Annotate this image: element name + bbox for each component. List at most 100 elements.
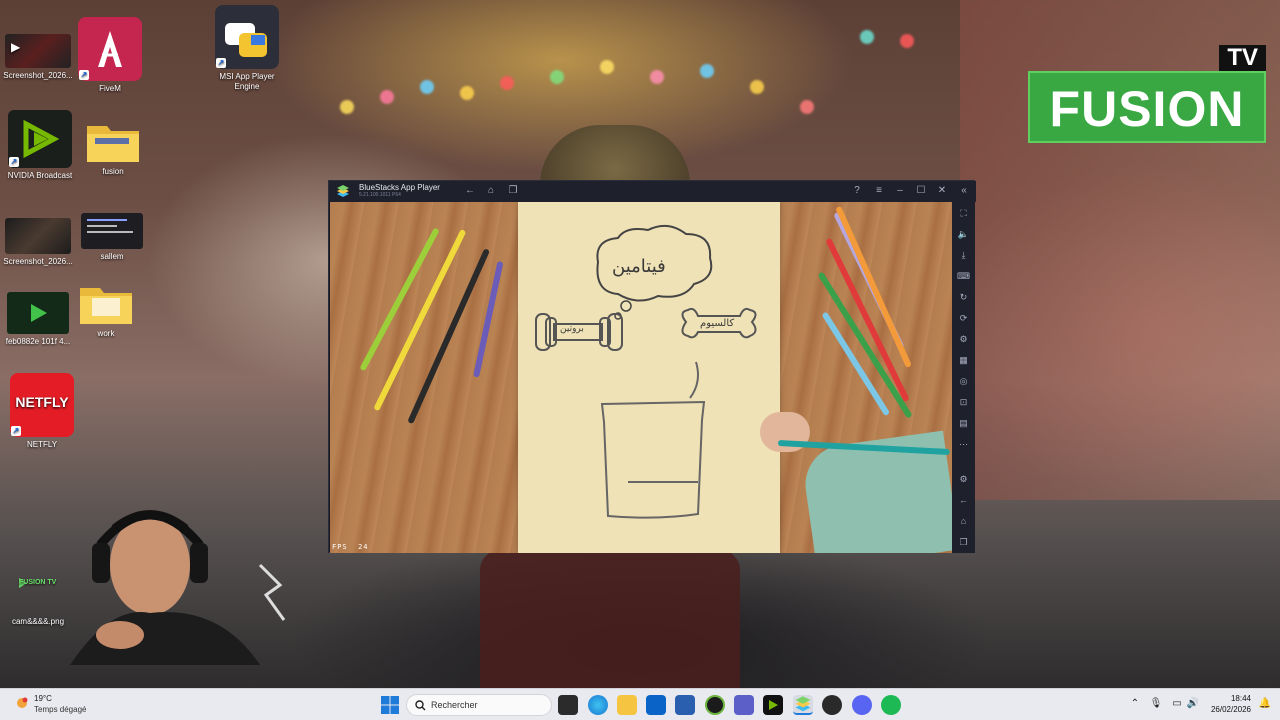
back-nav-icon[interactable]: ← <box>956 493 971 508</box>
task-view-icon[interactable] <box>558 695 578 715</box>
recent-nav-icon[interactable]: ❐ <box>956 535 971 550</box>
bluestacks-sidebar: ⛶ 🔈 ⤓ ⌨ ↻ ⟳ ⚙ ▦ ◎ ⊡ ▤ ⋯ ⚙ ← ⌂ ❐ <box>952 202 975 553</box>
desktop-icon-feb0882e[interactable]: feb0882e 101f 4... <box>0 292 76 347</box>
bone-word: كالسيوم <box>700 318 735 329</box>
microphone-icon[interactable]: 🎙 <box>1149 697 1163 711</box>
webcam-overlay <box>70 485 300 665</box>
desktop-icon-nvidia-broadcast[interactable]: ↗ NVIDIA Broadcast <box>2 110 78 181</box>
notification-bell-icon[interactable]: 🔔 <box>1258 697 1272 711</box>
desktop-icon-label: MSI App Player Engine <box>219 72 275 91</box>
desktop-icon-netfly[interactable]: NETFLY ↗ NETFLY <box>4 373 80 450</box>
weather-condition[interactable]: Temps dégagé <box>34 705 86 714</box>
shortcut-arrow-icon: ↗ <box>11 426 21 436</box>
spotify-icon[interactable] <box>881 695 901 715</box>
desktop-icon-label: feb0882e 101f 4... <box>5 337 71 346</box>
network-icon[interactable]: ▭ <box>1170 697 1184 711</box>
file-explorer-icon[interactable] <box>617 695 637 715</box>
weather-widget-icon[interactable] <box>14 695 30 711</box>
folder-icon <box>85 118 141 164</box>
record-icon[interactable]: ⊡ <box>956 395 971 410</box>
help-icon[interactable]: ? <box>850 184 864 198</box>
fullscreen-icon[interactable]: ⛶ <box>956 206 971 221</box>
fusion-tv-logo: TV FUSION <box>1028 45 1266 143</box>
desktop-icon-screenshot-2[interactable]: Screenshot_2026... <box>0 218 76 267</box>
fps-value: 24 <box>358 543 369 551</box>
calculator-icon[interactable] <box>675 695 695 715</box>
thought-cloud-word: فيتامين <box>612 256 666 277</box>
shortcut-arrow-icon: ↗ <box>216 58 226 68</box>
netfly-logo-text: NETFLY <box>15 394 69 410</box>
desktop-icon-screenshot-1[interactable]: ▶ Screenshot_2026... <box>0 34 76 81</box>
minimize-icon[interactable]: – <box>893 184 907 198</box>
close-icon[interactable]: ✕ <box>935 184 949 198</box>
image-thumbnail-icon <box>7 292 69 334</box>
more-icon[interactable]: ⋯ <box>956 437 971 452</box>
recent-apps-icon[interactable]: ❐ <box>506 184 520 198</box>
emulator-screen[interactable]: فيتامين بروتين كالسيوم FPS 24 <box>330 202 952 553</box>
shake-icon[interactable]: ⚙ <box>956 332 971 347</box>
weather-temperature[interactable]: 19°C <box>34 694 52 703</box>
image-thumbnail-icon: ▶ <box>5 34 71 68</box>
import-apk-icon[interactable]: ⤓ <box>956 248 971 263</box>
desktop-icon-fusion-folder[interactable]: fusion <box>75 118 151 177</box>
window-titlebar[interactable]: BlueStacks App Player 5.21.100.1011 P64 … <box>329 181 976 202</box>
desktop-icon-label: cam&&&&.png <box>11 617 65 626</box>
desktop-icon-label: sallem <box>100 252 124 261</box>
teams-icon[interactable] <box>734 695 754 715</box>
desktop-icon-label: Screenshot_2026... <box>3 71 73 80</box>
discord-icon[interactable] <box>852 695 872 715</box>
bluestacks-taskbar-icon[interactable] <box>793 695 813 715</box>
msi-app-player-icon: ↗ <box>215 5 279 69</box>
keyboard-icon[interactable]: ⌨ <box>956 269 971 284</box>
netfly-icon: NETFLY ↗ <box>10 373 74 437</box>
obs-studio-icon[interactable] <box>822 695 842 715</box>
fps-counter: FPS 24 <box>332 543 369 551</box>
desktop-icon-label: fusion <box>102 167 124 176</box>
screenshot-icon[interactable]: ◎ <box>956 374 971 389</box>
home-icon[interactable]: ⌂ <box>484 184 498 198</box>
desktop-icon-label: NETFLY <box>26 440 58 449</box>
window-title: BlueStacks App Player <box>359 183 440 192</box>
image-thumbnail-icon: FUSION TV <box>3 574 73 614</box>
desktop-icon-cam-png[interactable]: FUSION TV cam&&&&.png <box>0 574 76 627</box>
edge-browser-icon[interactable] <box>588 695 608 715</box>
media-folder-icon[interactable]: ▤ <box>956 416 971 431</box>
clock-time[interactable]: 18:44 <box>1225 694 1251 703</box>
start-button[interactable] <box>380 695 400 715</box>
xbox-app-icon[interactable] <box>705 695 725 715</box>
collapse-sidebar-icon[interactable]: « <box>957 184 971 198</box>
dumbbell-word: بروتين <box>560 324 584 334</box>
desktop-icon-fivem[interactable]: ↗ FiveM <box>72 17 148 94</box>
bluestacks-window[interactable]: BlueStacks App Player 5.21.100.1011 P64 … <box>328 180 976 553</box>
settings-icon[interactable]: ⚙ <box>956 472 971 487</box>
volume-icon[interactable]: 🔈 <box>956 227 971 242</box>
windows-icon <box>381 696 399 714</box>
clock-date[interactable]: 26/02/2026 <box>1207 705 1251 714</box>
show-hidden-icons-chevron-icon[interactable]: ⌃ <box>1128 697 1142 711</box>
back-icon[interactable]: ← <box>463 184 477 198</box>
home-nav-icon[interactable]: ⌂ <box>956 514 971 529</box>
desktop-icon-work-folder[interactable]: work <box>68 280 144 339</box>
window-version: 5.21.100.1011 P64 <box>359 192 401 198</box>
menu-icon[interactable]: ≡ <box>872 184 886 198</box>
desktop-icon-sallem[interactable]: sallem <box>74 213 150 262</box>
nvidia-broadcast-taskbar-icon[interactable] <box>763 695 783 715</box>
outlook-icon[interactable] <box>646 695 666 715</box>
cam-thumbnail-text: FUSION TV <box>19 579 57 586</box>
taskbar-search-box[interactable]: Rechercher <box>406 694 552 716</box>
rotate-icon[interactable]: ⟳ <box>956 311 971 326</box>
desktop-icon-msi-app-player[interactable]: ↗ MSI App Player Engine <box>209 5 285 92</box>
desktop-icon-label: work <box>97 329 115 338</box>
image-thumbnail-icon <box>5 218 71 254</box>
fps-label: FPS <box>332 543 348 551</box>
logo-wordmark: FUSION <box>1028 71 1266 143</box>
search-icon <box>415 700 426 711</box>
wallpaper-character-body <box>480 550 740 690</box>
maximize-icon[interactable]: ☐ <box>914 184 928 198</box>
macro-icon[interactable]: ↻ <box>956 290 971 305</box>
shortcut-arrow-icon: ↗ <box>79 70 89 80</box>
taskbar: 19°C Temps dégagé Rechercher ⌃ 🎙 ▭ 🔊 18:… <box>0 688 1280 720</box>
performance-icon[interactable]: ▦ <box>956 353 971 368</box>
volume-tray-icon[interactable]: 🔊 <box>1186 697 1200 711</box>
fivem-icon: ↗ <box>78 17 142 81</box>
